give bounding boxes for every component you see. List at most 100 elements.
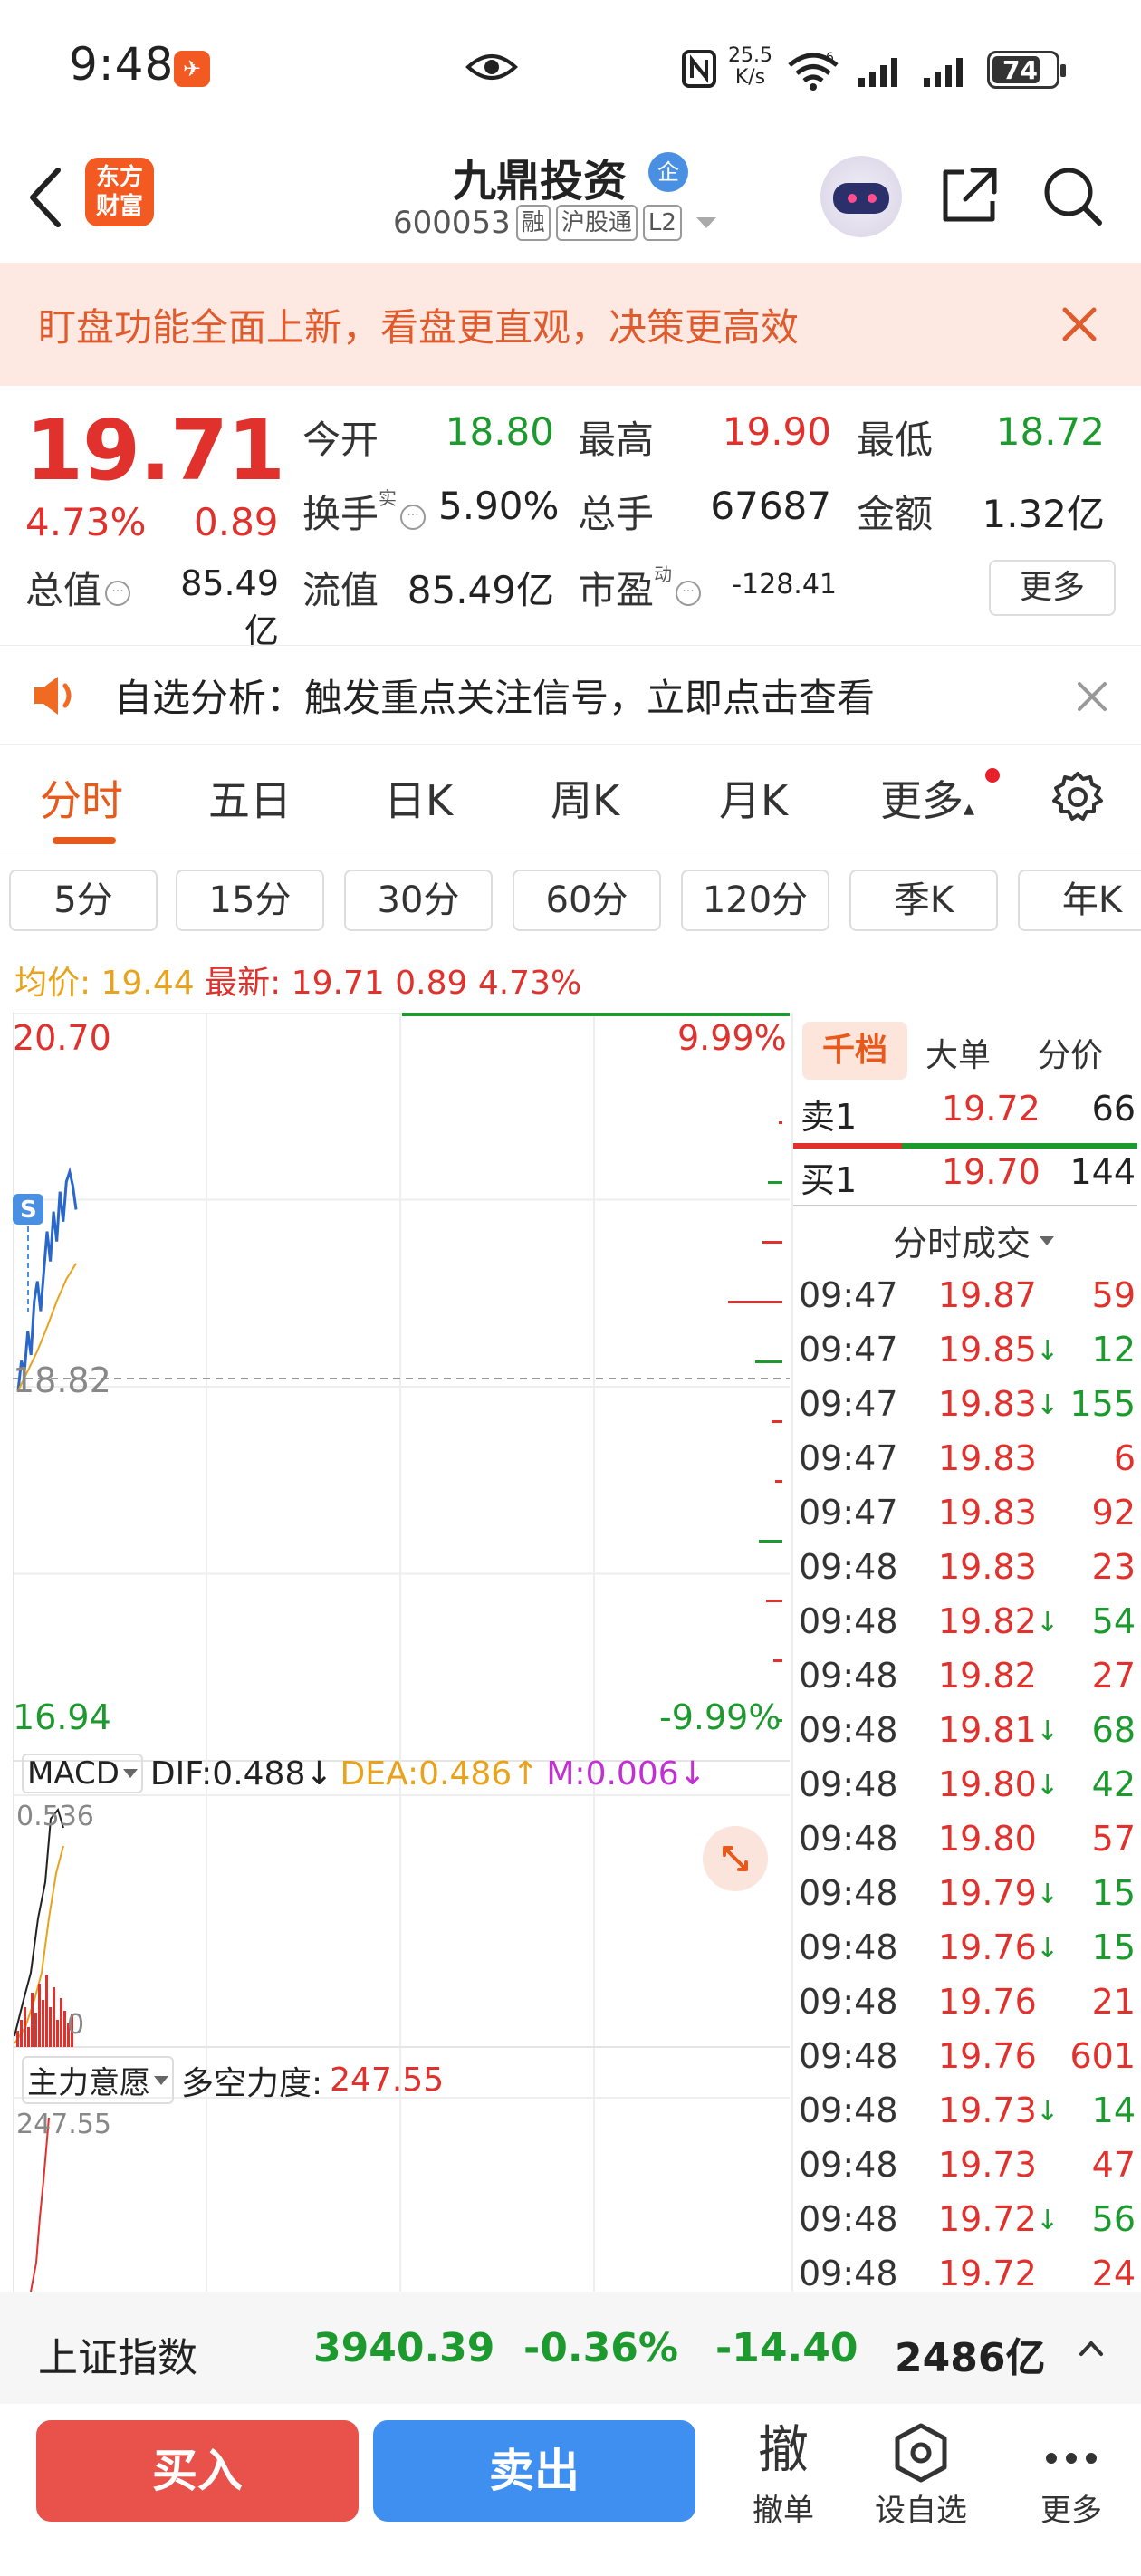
- app-logo[interactable]: 东方 财富: [85, 158, 154, 226]
- tick-row: 09:47 19.87 59: [799, 1275, 1136, 1315]
- tab-monthly-k[interactable]: 月K: [719, 768, 788, 828]
- quote-panel: 19.71 4.73% 0.89 今开 18.80 最高 19.90 最低 18…: [0, 386, 1141, 651]
- turnover-value: 5.90%: [438, 484, 560, 528]
- order-book-panel: 千档 大单 分价 卖1 19.72 66 买1 19.70 144 分时成交 0…: [791, 1013, 1141, 2293]
- more-dots-icon: [1021, 2417, 1121, 2485]
- chart-tabs: 分时 五日 日K 周K 月K 更多▴: [0, 745, 1141, 851]
- pe-label: 市盈动···: [578, 560, 702, 615]
- period-quarter-k[interactable]: 季K: [849, 870, 998, 931]
- index-name: 上证指数: [38, 2335, 197, 2381]
- tab-daily-k[interactable]: 日K: [384, 768, 453, 828]
- macd-hist-bar: [42, 2000, 44, 2047]
- tick-row: 09:48 19.73 ↓ 14: [799, 2091, 1136, 2130]
- tab-weekly-k[interactable]: 周K: [551, 768, 619, 828]
- tab-intraday[interactable]: 分时: [40, 768, 123, 828]
- tag-connect: 沪股通: [555, 205, 638, 241]
- speaker-icon: [34, 677, 72, 715]
- tick-row: 09:48 19.79 ↓ 15: [799, 1873, 1136, 1913]
- macd-hist-bar: [27, 2027, 30, 2047]
- pct-top-label: 9.99%: [677, 1018, 787, 1058]
- tab-5day[interactable]: 五日: [208, 768, 292, 828]
- sell-button[interactable]: 卖出: [373, 2420, 695, 2522]
- wifi-icon: 6: [788, 51, 839, 91]
- macd-dif: DIF:0.488↓: [149, 1754, 333, 1793]
- period-year-k[interactable]: 年K: [1018, 870, 1141, 931]
- stock-code-row[interactable]: 600053 融 沪股通 L2: [393, 205, 716, 241]
- tab-underline: [53, 837, 116, 844]
- float-cap-value: 85.49亿: [407, 568, 554, 612]
- cell-signal-icon: [858, 58, 897, 87]
- chevron-up-icon[interactable]: [1078, 2338, 1105, 2360]
- pe-value: -128.41: [732, 569, 837, 601]
- s-marker: S: [20, 1197, 37, 1224]
- main-force-header: 主力意愿 多空力度: 247.55: [22, 2056, 444, 2104]
- cell-signal-icon-2: [924, 58, 963, 87]
- back-icon[interactable]: [24, 163, 65, 232]
- period-15min[interactable]: 15分: [176, 870, 324, 931]
- chevron-down-icon: [695, 217, 716, 228]
- more-quote-button[interactable]: 更多: [989, 560, 1116, 616]
- tick-row: 09:47 19.83 ↓ 155: [799, 1384, 1136, 1424]
- depth-bar: [768, 1181, 782, 1184]
- mktcap-value: 85.49亿: [180, 563, 279, 651]
- gear-icon[interactable]: [1050, 770, 1105, 824]
- period-30min[interactable]: 30分: [344, 870, 493, 931]
- close-icon[interactable]: [1058, 303, 1101, 346]
- more-button[interactable]: 更多: [1021, 2417, 1121, 2530]
- tick-row: 09:48 19.76 21: [799, 1982, 1136, 2022]
- intraday-chart[interactable]: S 20.70 9.99% 18.82 16.94 -9.99% MACD DI…: [13, 1013, 790, 2292]
- macd-hist-bar: [20, 2020, 23, 2047]
- ai-assistant-icon[interactable]: [820, 156, 902, 237]
- add-watchlist-button[interactable]: 设自选: [871, 2417, 971, 2530]
- macd-hist-bar: [60, 1998, 62, 2047]
- chevron-down-icon: [154, 2075, 168, 2085]
- search-icon[interactable]: [1040, 163, 1105, 228]
- stock-name: 九鼎投资: [453, 156, 628, 207]
- zly-top-label: 247.55: [16, 2109, 111, 2140]
- avg-label: 均价:: [14, 965, 91, 1002]
- price-top-label: 20.70: [13, 1018, 111, 1058]
- divider: [793, 1205, 1137, 1206]
- period-60min[interactable]: 60分: [513, 870, 661, 931]
- macd-hist-bar: [53, 1987, 55, 2047]
- indicator-select-main-force[interactable]: 主力意愿: [22, 2056, 174, 2104]
- macd-dea: DEA:0.486↑: [340, 1754, 540, 1793]
- pct-bottom-label: -9.99%: [659, 1697, 781, 1737]
- side-tabs: 千档 大单 分价: [793, 1013, 1141, 1085]
- low-value: 18.72: [995, 409, 1105, 454]
- macd-hist-bar: [49, 2007, 52, 2047]
- expand-icon[interactable]: [703, 1826, 768, 1891]
- period-120min[interactable]: 120分: [681, 870, 829, 931]
- info-icon: ···: [400, 504, 427, 530]
- tick-row: 09:48 19.82 27: [799, 1656, 1136, 1696]
- svg-text:6: 6: [826, 51, 834, 65]
- last-label: 最新:: [205, 965, 282, 1002]
- cancel-order-button[interactable]: 撤 撤单: [734, 2417, 833, 2530]
- tab-large-orders[interactable]: 大单: [925, 1029, 991, 1076]
- tab-more[interactable]: 更多▴: [880, 768, 974, 828]
- close-icon[interactable]: [1076, 680, 1108, 713]
- cancel-icon: 撤: [758, 2421, 809, 2480]
- change-percent: 4.73%: [25, 500, 147, 544]
- depth-bar: [755, 1360, 782, 1363]
- share-icon[interactable]: [936, 163, 1002, 228]
- info-icon: ···: [676, 580, 702, 606]
- macd-hist-bar: [38, 1984, 41, 2047]
- notice-bar[interactable]: 自选分析：触发重点关注信号，立即点击查看: [0, 645, 1141, 745]
- ticks-header[interactable]: 分时成交: [893, 1216, 1055, 1265]
- avg-price-line: 均价: 19.44 最新: 19.71 0.89 4.73%: [14, 956, 581, 1004]
- stock-code: 600053: [393, 205, 511, 241]
- tag-level2: L2: [642, 205, 682, 241]
- last-change: 0.89: [395, 965, 468, 1002]
- stock-header: 东方 财富 九鼎投资 企 600053 融 沪股通 L2: [0, 145, 1141, 263]
- index-ticker[interactable]: 上证指数 3940.39 -0.36% -14.40 2486亿: [0, 2292, 1141, 2404]
- promo-banner[interactable]: 盯盘功能全面上新，看盘更直观，决策更高效: [0, 263, 1141, 386]
- last-price: 19.71: [25, 402, 285, 499]
- indicator-select-macd[interactable]: MACD: [22, 1754, 143, 1793]
- period-5min[interactable]: 5分: [9, 870, 158, 931]
- tab-price-dist[interactable]: 分价: [1038, 1029, 1103, 1076]
- tab-order-book[interactable]: 千档: [802, 1022, 907, 1080]
- macd-header: MACD DIF:0.488↓ DEA:0.486↑ M:0.006↓: [22, 1754, 706, 1793]
- change-amount: 0.89: [194, 500, 279, 544]
- buy-button[interactable]: 买入: [36, 2420, 359, 2522]
